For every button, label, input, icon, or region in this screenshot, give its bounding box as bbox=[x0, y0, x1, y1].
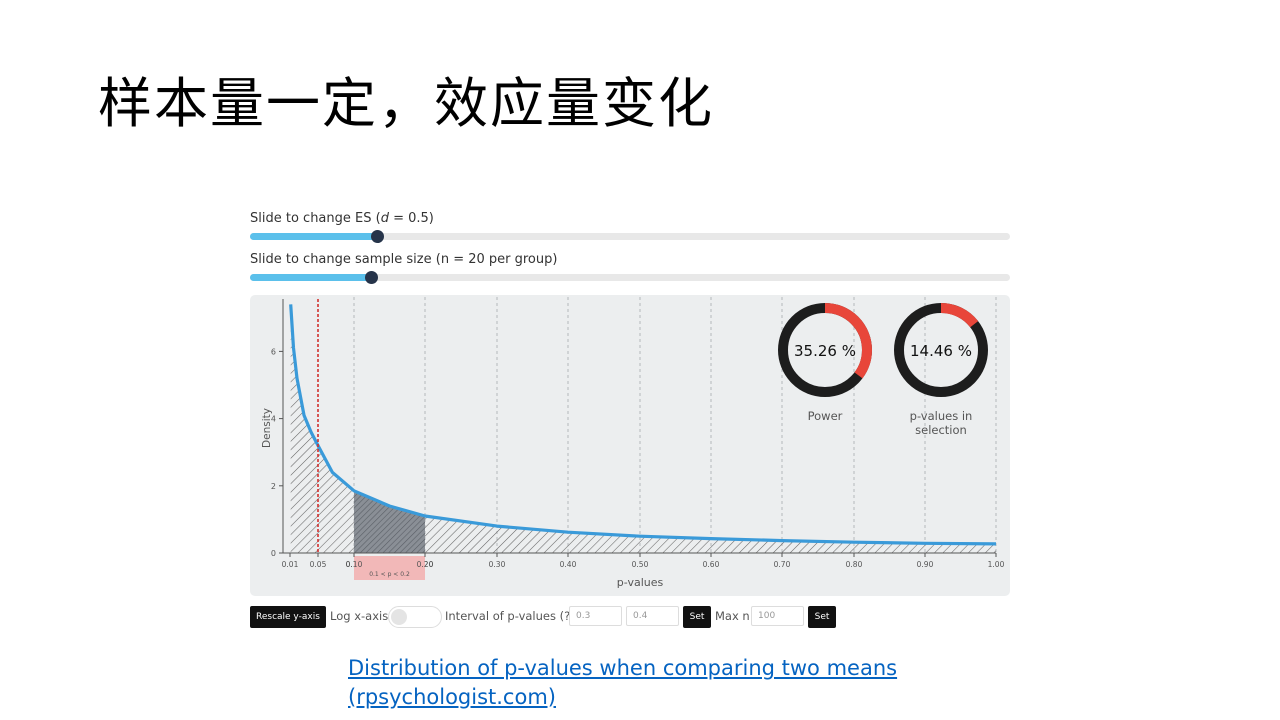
x-tick-label: 0.70 bbox=[774, 560, 791, 569]
interval-low-input[interactable] bbox=[569, 606, 622, 626]
x-tick-label: 0.20 bbox=[417, 560, 434, 569]
source-link[interactable]: Distribution of p-values when comparing … bbox=[348, 654, 948, 712]
density-curve bbox=[289, 304, 997, 546]
set-max-n-button[interactable]: Set bbox=[808, 606, 836, 628]
donut-label: selection bbox=[915, 423, 967, 437]
es-label-prefix: Slide to change ES ( bbox=[250, 211, 381, 226]
interval-label: Interval of p-values (?) bbox=[445, 609, 575, 623]
selection-label: 0.1 < p < 0.2 bbox=[369, 571, 410, 578]
sample-size-slider-label: Slide to change sample size (n = 20 per … bbox=[250, 252, 558, 267]
p-value-chart: 02460.010.050.100.200.300.400.500.600.70… bbox=[261, 297, 1005, 589]
sample-size-slider-fill bbox=[250, 274, 371, 281]
max-n-input[interactable] bbox=[751, 606, 804, 626]
x-tick-label: 0.60 bbox=[703, 560, 720, 569]
x-tick-label: 0.40 bbox=[560, 560, 577, 569]
es-label-symbol: d bbox=[380, 211, 389, 226]
source-link-line1[interactable]: Distribution of p-values when comparing … bbox=[348, 654, 948, 683]
es-label-suffix: = 0.5) bbox=[388, 211, 434, 226]
x-tick-label: 0.80 bbox=[846, 560, 863, 569]
y-tick-label: 6 bbox=[271, 347, 276, 356]
donut-value: 35.26 % bbox=[794, 342, 856, 360]
density-area-group bbox=[289, 304, 997, 553]
es-slider-thumb[interactable] bbox=[370, 230, 384, 243]
controls-bar: Rescale y-axis Log x-axis Interval of p-… bbox=[250, 606, 1010, 628]
x-tick-label: 0.05 bbox=[310, 560, 327, 569]
selection-area bbox=[354, 490, 425, 553]
donut-label: Power bbox=[808, 409, 843, 423]
slide-title: 样本量一定，效应量变化 bbox=[98, 72, 714, 135]
toggle-knob bbox=[391, 609, 407, 625]
source-link-line2[interactable]: (rpsychologist.com) bbox=[348, 683, 948, 712]
interval-high-input[interactable] bbox=[626, 606, 679, 626]
y-tick-label: 2 bbox=[271, 482, 276, 491]
donut-value: 14.46 % bbox=[910, 342, 972, 360]
max-n-label: Max n bbox=[715, 609, 750, 623]
x-tick-label: 0.50 bbox=[632, 560, 649, 569]
y-tick-label: 0 bbox=[271, 549, 276, 558]
rescale-y-axis-button[interactable]: Rescale y-axis bbox=[250, 606, 326, 628]
sample-size-slider[interactable] bbox=[250, 271, 1010, 284]
x-tick-label: 0.10 bbox=[346, 560, 363, 569]
x-axis-label: p-values bbox=[617, 576, 664, 589]
es-slider-label: Slide to change ES (d = 0.5) bbox=[250, 211, 434, 226]
x-tick-label: 0.30 bbox=[489, 560, 506, 569]
es-slider-fill bbox=[250, 233, 377, 240]
selection-donut: 14.46 % p-values inselection bbox=[894, 303, 988, 437]
log-x-axis-label: Log x-axis bbox=[330, 609, 389, 623]
x-tick-label: 0.01 bbox=[282, 560, 299, 569]
es-slider[interactable] bbox=[250, 230, 1010, 243]
x-tick-label: 0.90 bbox=[917, 560, 934, 569]
log-x-axis-toggle[interactable] bbox=[388, 606, 442, 628]
sample-size-slider-thumb[interactable] bbox=[364, 271, 378, 284]
x-tick-label: 1.00 bbox=[988, 560, 1005, 569]
set-interval-button[interactable]: Set bbox=[683, 606, 711, 628]
donut-label: p-values in bbox=[910, 409, 973, 423]
y-axis-label: Density bbox=[261, 408, 273, 448]
p-value-distribution-panel: 02460.010.050.100.200.300.400.500.600.70… bbox=[250, 295, 1010, 596]
